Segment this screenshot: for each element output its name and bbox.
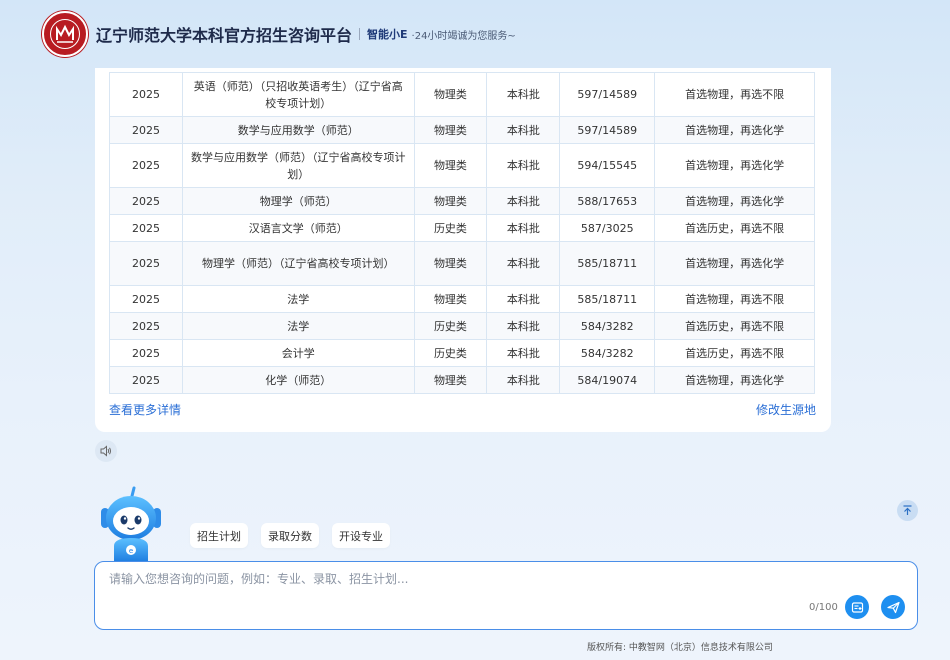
batch-cell: 本科批 xyxy=(486,72,561,117)
assistant-name: 智能小E xyxy=(367,28,408,41)
major-cell: 汉语言文学（师范） xyxy=(181,214,415,242)
batch-cell: 本科批 xyxy=(486,214,561,242)
major-cell: 法学 xyxy=(181,285,415,313)
major-cell: 数学与应用数学（师范） xyxy=(181,116,415,144)
score-rank-cell: 585/18711 xyxy=(559,285,656,313)
subject-type-cell: 物理类 xyxy=(413,72,488,117)
table-row: 2025 汉语言文学（师范） 历史类 本科批 587/3025 首选历史，再选不限 xyxy=(109,214,815,242)
subject-requirement-cell: 首选历史，再选不限 xyxy=(654,339,815,367)
table-row: 2025 物理学（师范）（辽宁省高校专项计划） 物理类 本科批 585/18711 首选物… xyxy=(109,241,815,286)
subject-type-cell: 物理类 xyxy=(413,285,488,313)
university-logo xyxy=(42,11,88,57)
score-rank-cell: 597/14589 xyxy=(559,72,656,117)
header: 辽宁师范大学本科官方招生咨询平台 智能小E ·24小时竭诚为您服务~ xyxy=(0,0,950,68)
year-cell: 2025 xyxy=(109,214,183,242)
score-rank-cell: 594/15545 xyxy=(559,143,656,188)
batch-cell: 本科批 xyxy=(486,366,561,394)
major-cell: 英语（师范）（只招收英语考生）（辽宁省高校专项计划） xyxy=(181,72,415,117)
quick-chip-scores[interactable]: 录取分数 xyxy=(261,523,319,548)
table-row: 2025 数学与应用数学（师范）（辽宁省高校专项计划） 物理类 本科批 594/1554… xyxy=(109,143,815,188)
table-row: 2025 英语（师范）（只招收英语考生）（辽宁省高校专项计划） 物理类 本科批 597/… xyxy=(109,72,815,117)
score-rank-cell: 597/14589 xyxy=(559,116,656,144)
subject-type-cell: 物理类 xyxy=(413,241,488,286)
major-cell: 法学 xyxy=(181,312,415,340)
subject-requirement-cell: 首选历史，再选不限 xyxy=(654,214,815,242)
score-rank-cell: 584/19074 xyxy=(559,366,656,394)
table-row: 2025 化学（师范） 物理类 本科批 584/19074 首选物理，再选化学 xyxy=(109,366,815,394)
batch-cell: 本科批 xyxy=(486,339,561,367)
batch-cell: 本科批 xyxy=(486,116,561,144)
speaker-icon[interactable] xyxy=(95,440,117,462)
subject-type-cell: 物理类 xyxy=(413,116,488,144)
subject-requirement-cell: 首选历史，再选不限 xyxy=(654,312,815,340)
send-icon xyxy=(886,601,900,613)
major-cell: 物理学（师范）（辽宁省高校专项计划） xyxy=(181,241,415,286)
year-cell: 2025 xyxy=(109,72,183,117)
year-cell: 2025 xyxy=(109,143,183,188)
new-chat-icon xyxy=(851,601,863,613)
send-button[interactable] xyxy=(881,595,905,619)
subject-requirement-cell: 首选物理，再选不限 xyxy=(654,285,815,313)
major-cell: 数学与应用数学（师范）（辽宁省高校专项计划） xyxy=(181,143,415,188)
char-counter: 0/100 xyxy=(809,602,838,613)
result-card: 2025 英语（师范）（只招收英语考生）（辽宁省高校专项计划） 物理类 本科批 597/… xyxy=(95,68,831,432)
admission-score-table: 2025 英语（师范）（只招收英语考生）（辽宁省高校专项计划） 物理类 本科批 597/… xyxy=(109,72,815,394)
svg-text:e: e xyxy=(129,547,133,555)
year-cell: 2025 xyxy=(109,285,183,313)
score-rank-cell: 585/18711 xyxy=(559,241,656,286)
assistant-subtitle: ·24小时竭诚为您服务~ xyxy=(411,30,516,42)
page-title: 辽宁师范大学本科官方招生咨询平台 xyxy=(96,26,353,45)
robot-mascot-icon: e xyxy=(98,484,164,562)
major-cell: 会计学 xyxy=(181,339,415,367)
subject-requirement-cell: 首选物理，再选化学 xyxy=(654,116,815,144)
table-row: 2025 会计学 历史类 本科批 584/3282 首选历史，再选不限 xyxy=(109,339,815,367)
table-row: 2025 数学与应用数学（师范） 物理类 本科批 597/14589 首选物理，再选化学 xyxy=(109,116,815,144)
score-rank-cell: 584/3282 xyxy=(559,339,656,367)
subject-type-cell: 历史类 xyxy=(413,214,488,242)
table-row: 2025 法学 物理类 本科批 585/18711 首选物理，再选不限 xyxy=(109,285,815,313)
subject-requirement-cell: 首选物理，再选化学 xyxy=(654,241,815,286)
batch-cell: 本科批 xyxy=(486,143,561,188)
new-chat-button[interactable] xyxy=(845,595,869,619)
year-cell: 2025 xyxy=(109,187,183,215)
year-cell: 2025 xyxy=(109,339,183,367)
score-rank-cell: 587/3025 xyxy=(559,214,656,242)
divider xyxy=(359,28,361,40)
subject-type-cell: 历史类 xyxy=(413,312,488,340)
subject-requirement-cell: 首选物理，再选化学 xyxy=(654,143,815,188)
year-cell: 2025 xyxy=(109,116,183,144)
score-rank-cell: 584/3282 xyxy=(559,312,656,340)
subject-requirement-cell: 首选物理，再选化学 xyxy=(654,187,815,215)
year-cell: 2025 xyxy=(109,241,183,286)
subject-type-cell: 物理类 xyxy=(413,143,488,188)
major-cell: 化学（师范） xyxy=(181,366,415,394)
subject-requirement-cell: 首选物理，再选不限 xyxy=(654,72,815,117)
batch-cell: 本科批 xyxy=(486,312,561,340)
arrow-up-icon xyxy=(903,505,912,515)
scroll-to-top-button[interactable] xyxy=(897,500,918,521)
major-cell: 物理学（师范） xyxy=(181,187,415,215)
score-rank-cell: 588/17653 xyxy=(559,187,656,215)
subject-type-cell: 物理类 xyxy=(413,187,488,215)
year-cell: 2025 xyxy=(109,312,183,340)
batch-cell: 本科批 xyxy=(486,285,561,313)
copyright-footer: 版权所有: 中教智网（北京）信息技术有限公司 xyxy=(587,643,773,653)
quick-chip-plan[interactable]: 招生计划 xyxy=(190,523,248,548)
view-more-link[interactable]: 查看更多详情 xyxy=(109,401,181,418)
subject-requirement-cell: 首选物理，再选化学 xyxy=(654,366,815,394)
subject-type-cell: 物理类 xyxy=(413,366,488,394)
subject-type-cell: 历史类 xyxy=(413,339,488,367)
quick-chip-majors[interactable]: 开设专业 xyxy=(332,523,390,548)
chat-input-box: 0/100 xyxy=(94,561,918,630)
year-cell: 2025 xyxy=(109,366,183,394)
batch-cell: 本科批 xyxy=(486,187,561,215)
batch-cell: 本科批 xyxy=(486,241,561,286)
table-row: 2025 物理学（师范） 物理类 本科批 588/17653 首选物理，再选化学 xyxy=(109,187,815,215)
table-row: 2025 法学 历史类 本科批 584/3282 首选历史，再选不限 xyxy=(109,312,815,340)
question-input[interactable] xyxy=(109,570,789,592)
change-origin-link[interactable]: 修改生源地 xyxy=(756,401,816,418)
